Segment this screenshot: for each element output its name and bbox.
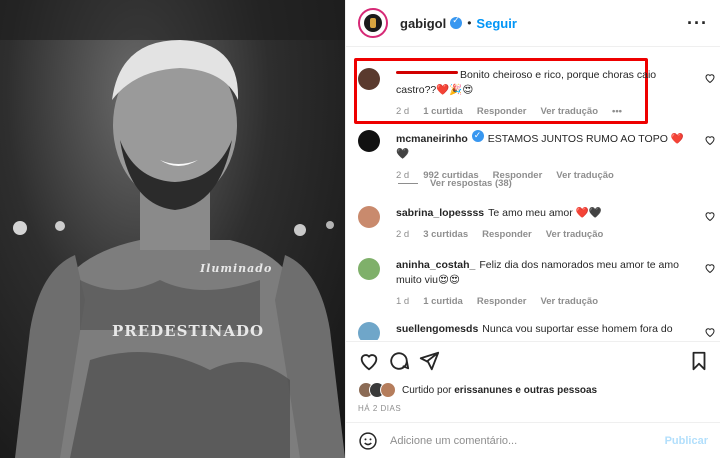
- view-replies-button[interactable]: Ver respostas (38): [398, 178, 512, 189]
- like-heart-icon[interactable]: [704, 262, 716, 274]
- publish-button[interactable]: Publicar: [665, 435, 708, 447]
- liker-avatar[interactable]: [380, 382, 396, 398]
- comment-likes[interactable]: 1 curtida: [423, 294, 463, 309]
- reply-button[interactable]: Responder: [477, 294, 527, 309]
- emoji-icon[interactable]: [358, 431, 378, 451]
- like-heart-icon[interactable]: [704, 72, 716, 84]
- replies-line: [398, 183, 418, 184]
- action-bar: [346, 341, 720, 377]
- post-header: gabigol • Seguir ···: [346, 0, 720, 47]
- author-username[interactable]: gabigol: [400, 16, 446, 31]
- like-heart-icon[interactable]: [704, 326, 716, 338]
- comment-body: sabrina_lopessss Te amo meu amor ❤️🖤 2 d …: [396, 206, 690, 242]
- liked-user[interactable]: erissanunes: [454, 385, 512, 396]
- redacted-username: [396, 70, 458, 74]
- comment-meta: 2 d 3 curtidas Responder Ver tradução: [396, 227, 690, 242]
- verified-badge-icon: [450, 15, 463, 29]
- more-options-icon[interactable]: ···: [687, 13, 708, 34]
- comment-body: mcmaneirinhoESTAMOS JUNTOS RUMO AO TOPO …: [396, 128, 690, 183]
- like-heart-icon[interactable]: [704, 134, 716, 146]
- comment-age: 2 d: [396, 229, 410, 240]
- reply-button[interactable]: Responder: [477, 104, 527, 119]
- like-heart-icon[interactable]: [704, 210, 716, 222]
- comment-text: Te amo meu amor ❤️🖤: [488, 207, 602, 219]
- post-sidebar: gabigol • Seguir ··· Bonito cheiroso e r…: [345, 0, 720, 458]
- comment-body: aninha_costah_ Feliz dia dos namorados me…: [396, 258, 690, 309]
- comment-body: suellengomesds Nunca vou suportar esse ho…: [396, 322, 690, 337]
- tattoo-word: PREDESTINADO: [112, 322, 265, 340]
- view-replies-label[interactable]: Ver respostas (38): [430, 178, 512, 189]
- comment-icon[interactable]: [388, 350, 410, 372]
- comment-avatar[interactable]: [358, 322, 380, 340]
- save-bookmark-icon[interactable]: [688, 350, 710, 372]
- comment-input[interactable]: [390, 434, 665, 447]
- comment-body: Bonito cheiroso e rico, porque choras ca…: [396, 68, 690, 119]
- comment-age: 2 d: [396, 106, 410, 117]
- comment-username[interactable]: suellengomesds: [396, 323, 478, 335]
- add-comment-bar: Publicar: [346, 422, 720, 458]
- comments-list: Bonito cheiroso e rico, porque choras ca…: [346, 48, 720, 340]
- separator-dot: •: [467, 16, 472, 30]
- follow-button[interactable]: Seguir: [476, 16, 516, 31]
- translate-button[interactable]: Ver tradução: [540, 294, 598, 309]
- comment-likes[interactable]: 1 curtida: [423, 104, 463, 119]
- player-illustration: [0, 0, 345, 458]
- liked-by-text: Curtido por erissanunes e outras pessoas: [402, 384, 598, 396]
- comment-text: Nunca vou suportar esse homem fora do: [482, 323, 673, 335]
- like-icon[interactable]: [358, 350, 380, 372]
- comment-username[interactable]: aninha_costah_: [396, 259, 475, 271]
- translate-button[interactable]: Ver tradução: [546, 227, 604, 242]
- comment-avatar[interactable]: [358, 68, 380, 90]
- comment-more-icon[interactable]: •••: [612, 104, 622, 119]
- comment-username[interactable]: mcmaneirinho: [396, 133, 468, 145]
- comment-avatar[interactable]: [358, 206, 380, 228]
- post-photo: PREDESTINADO Iluminado: [0, 0, 345, 458]
- translate-button[interactable]: Ver tradução: [540, 104, 598, 119]
- comment-meta: 2 d 1 curtida Responder Ver tradução •••: [396, 104, 690, 119]
- comment-avatar[interactable]: [358, 130, 380, 152]
- verified-badge-icon: [471, 128, 484, 143]
- share-icon[interactable]: [418, 350, 440, 372]
- comment-username[interactable]: sabrina_lopessss: [396, 207, 484, 219]
- translate-button[interactable]: Ver tradução: [556, 168, 614, 183]
- comment-likes[interactable]: 3 curtidas: [423, 227, 468, 242]
- reply-button[interactable]: Responder: [482, 227, 532, 242]
- author-avatar[interactable]: [358, 8, 388, 38]
- comment-avatar[interactable]: [358, 258, 380, 280]
- comment-meta: 1 d 1 curtida Responder Ver tradução: [396, 294, 690, 309]
- post-timestamp: HÁ 2 DIAS: [358, 404, 402, 413]
- tattoo-script: Iluminado: [200, 262, 273, 275]
- liked-by: Curtido por erissanunes e outras pessoas: [358, 382, 597, 398]
- comment-age: 1 d: [396, 296, 410, 307]
